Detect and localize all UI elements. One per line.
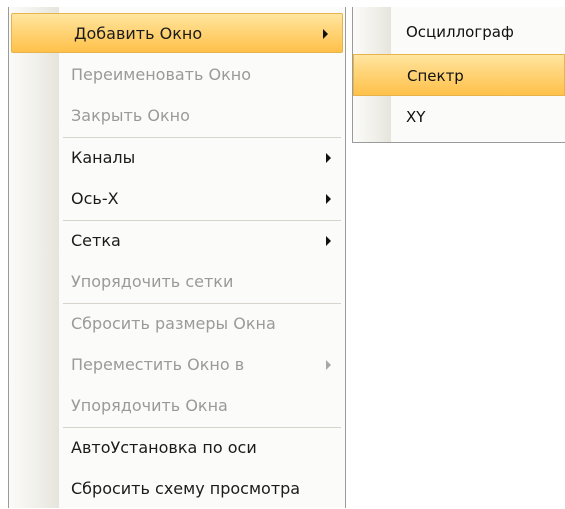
context-menu: Добавить Окно Переименовать Окно Закрыть… xyxy=(8,7,346,508)
submenu-item-spectrum[interactable]: Спектр xyxy=(353,54,565,96)
add-window-submenu: Осциллограф Спектр XY xyxy=(352,7,565,143)
submenu-arrow-icon xyxy=(326,236,331,246)
submenu-item-label: Спектр xyxy=(407,67,464,85)
submenu-arrow-icon xyxy=(323,29,328,39)
menu-item-rename-window[interactable]: Переименовать Окно xyxy=(9,55,345,95)
menu-item-label: Закрыть Окно xyxy=(71,106,190,125)
menu-item-label: Добавить Окно xyxy=(74,24,203,43)
menu-item-label: Сбросить схему просмотра xyxy=(71,479,301,498)
menu-item-channels[interactable]: Каналы xyxy=(9,138,345,178)
menu-item-label: Переименовать Окно xyxy=(71,65,252,84)
menu-item-grid[interactable]: Сетка xyxy=(9,221,345,261)
submenu-arrow-icon xyxy=(326,153,331,163)
menu-item-label: Упорядочить Окна xyxy=(71,396,228,415)
menu-item-label: Каналы xyxy=(71,148,136,167)
submenu-arrow-icon xyxy=(326,194,331,204)
submenu-item-label: Осциллограф xyxy=(406,23,514,41)
menu-item-label: Сбросить размеры Окна xyxy=(71,314,276,333)
menu-item-arrange-windows[interactable]: Упорядочить Окна xyxy=(9,386,345,426)
menu-item-label: Ось-X xyxy=(71,189,119,208)
menu-item-auto-axis[interactable]: АвтоУстановка по оси xyxy=(9,428,345,468)
menu-item-arrange-grids[interactable]: Упорядочить сетки xyxy=(9,262,345,302)
menu-item-label: Переместить Окно в xyxy=(71,355,245,374)
menu-item-label: Сетка xyxy=(71,231,121,250)
menu-item-x-axis[interactable]: Ось-X xyxy=(9,179,345,219)
menu-item-label: АвтоУстановка по оси xyxy=(71,438,257,457)
submenu-item-oscillograph[interactable]: Осциллограф xyxy=(353,11,565,53)
submenu-arrow-icon xyxy=(326,360,331,370)
menu-item-move-window-to[interactable]: Переместить Окно в xyxy=(9,345,345,385)
menu-item-reset-window-size[interactable]: Сбросить размеры Окна xyxy=(9,304,345,344)
menu-item-label: Упорядочить сетки xyxy=(71,272,234,291)
submenu-item-xy[interactable]: XY xyxy=(353,96,565,138)
submenu-item-label: XY xyxy=(406,108,426,126)
menu-item-add-window[interactable]: Добавить Окно xyxy=(11,13,343,53)
menu-item-reset-view-scheme[interactable]: Сбросить схему просмотра xyxy=(9,469,345,509)
menu-item-close-window[interactable]: Закрыть Окно xyxy=(9,96,345,136)
